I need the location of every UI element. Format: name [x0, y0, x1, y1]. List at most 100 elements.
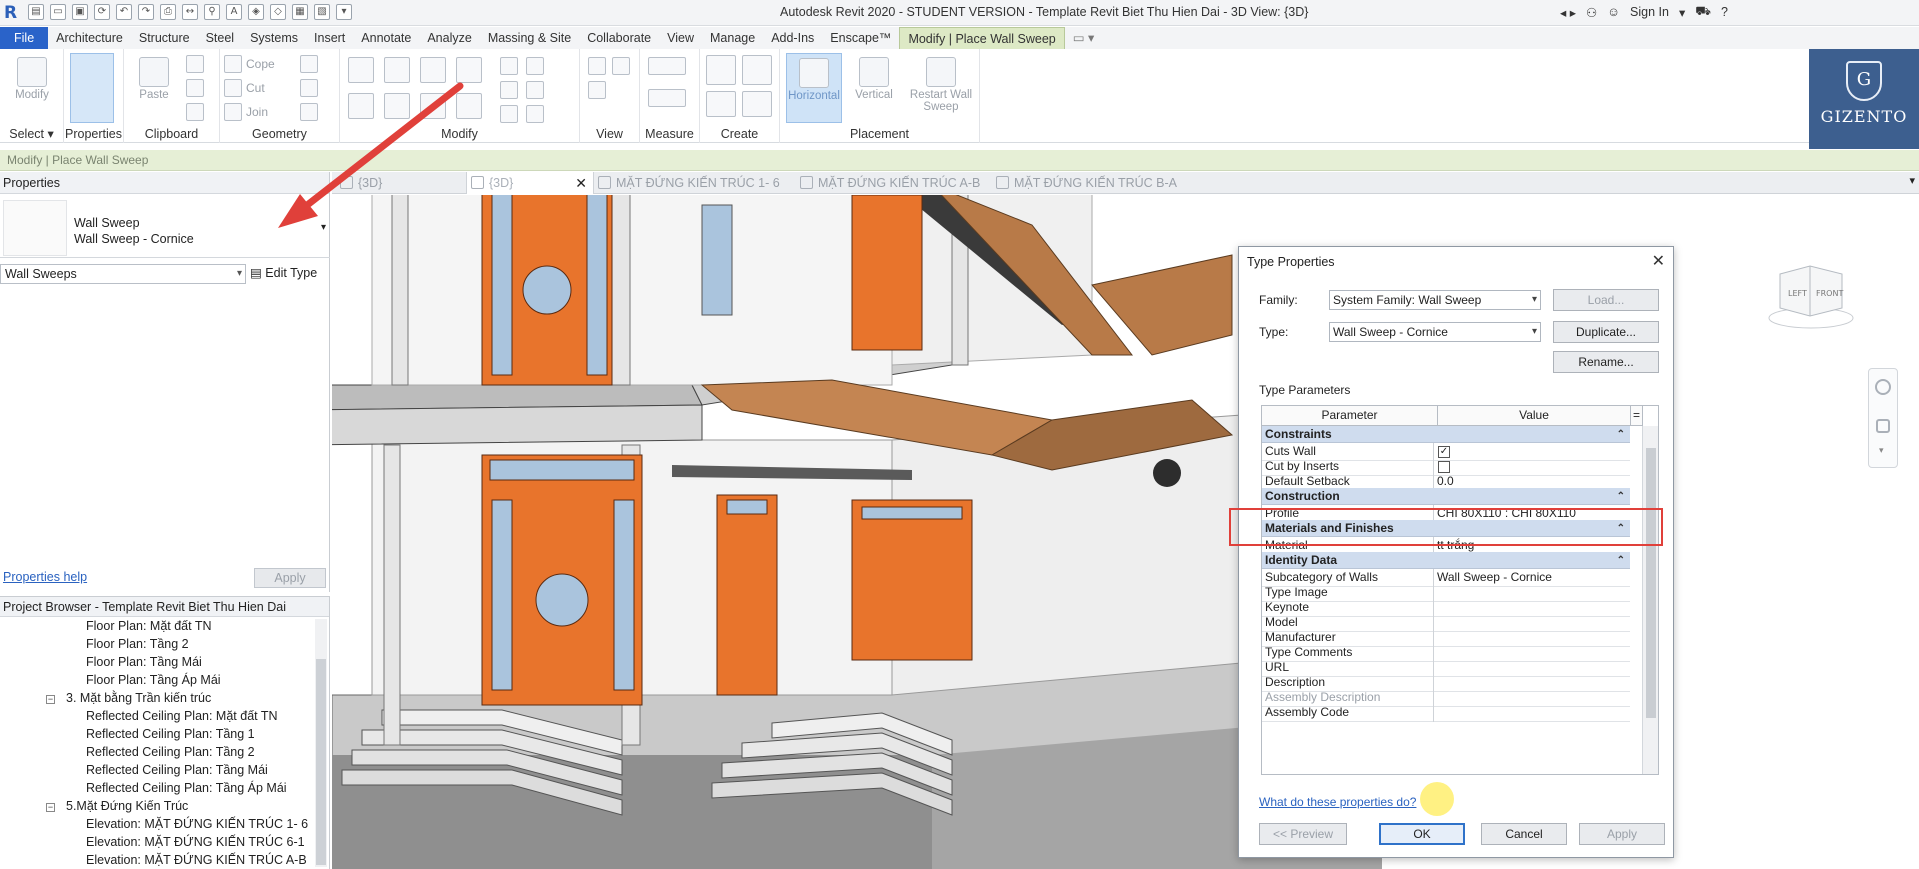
undo-icon[interactable]: ↶	[116, 4, 132, 20]
tab-modify-place-wall-sweep[interactable]: Modify | Place Wall Sweep	[899, 27, 1065, 49]
grid-scrollbar[interactable]	[1642, 426, 1658, 774]
wall-joins-icon[interactable]	[300, 55, 318, 73]
tag-icon[interactable]: ⚲	[204, 4, 220, 20]
view-tab[interactable]: MẶT ĐỨNG KIẾN TRÚC B-A	[992, 172, 1192, 194]
instance-filter-select[interactable]: Wall Sweeps ▾	[0, 264, 246, 284]
collapse-chevron-icon[interactable]: ⌃	[1617, 426, 1625, 443]
create-group-icon[interactable]	[706, 91, 736, 117]
browser-scrollbar[interactable]	[315, 619, 327, 867]
linework-icon[interactable]	[612, 57, 630, 75]
dimension-icon[interactable]	[648, 89, 686, 107]
tab-analyze[interactable]: Analyze	[419, 27, 479, 49]
create-assembly-icon[interactable]	[706, 55, 736, 85]
print-icon[interactable]: ⎙	[160, 4, 176, 20]
sign-in-link[interactable]: Sign In	[1630, 5, 1669, 19]
tab-steel[interactable]: Steel	[198, 27, 243, 49]
tab-add-ins[interactable]: Add-Ins	[763, 27, 822, 49]
collapse-icon[interactable]: −	[46, 803, 55, 812]
create-parts-icon[interactable]	[742, 55, 772, 85]
view-tab[interactable]: MẶT ĐỨNG KIẾN TRÚC A-B	[796, 172, 992, 194]
chevron-down-icon[interactable]: ▾	[1879, 445, 1884, 456]
browser-item[interactable]: Floor Plan: Tầng 2	[86, 637, 189, 651]
properties-apply-button[interactable]: Apply	[254, 568, 326, 588]
3d-view-icon[interactable]: ◈	[248, 4, 264, 20]
grid-section-header[interactable]: Identity Data ⌃	[1262, 552, 1630, 569]
save-icon[interactable]: ▣	[72, 4, 88, 20]
help-icon[interactable]: ?	[1721, 5, 1728, 19]
override-icon[interactable]	[588, 81, 606, 99]
ok-button[interactable]: OK	[1379, 823, 1465, 845]
collapse-icon[interactable]: −	[46, 695, 55, 704]
folder-icon[interactable]: ▭	[50, 4, 66, 20]
view-tab-current[interactable]: {3D} ✕	[466, 172, 594, 194]
delete-icon[interactable]	[526, 105, 544, 123]
browser-item[interactable]: Reflected Ceiling Plan: Tầng 1	[86, 727, 255, 741]
browser-item[interactable]: Floor Plan: Tầng Mái	[86, 655, 202, 669]
browser-item[interactable]: Reflected Ceiling Plan: Tầng Mái	[86, 763, 268, 777]
create-similar-icon[interactable]	[742, 91, 772, 117]
checkbox-checked[interactable]: ✓	[1438, 446, 1450, 458]
browser-item[interactable]: Elevation: MẶT ĐỨNG KIẾN TRÚC A-B	[86, 853, 307, 867]
cart-icon[interactable]: ⛟	[1695, 4, 1711, 20]
vertical-button[interactable]: Vertical	[846, 53, 902, 123]
browser-scroll-thumb[interactable]	[316, 659, 326, 865]
cut-geometry-icon[interactable]	[224, 79, 242, 97]
edit-type-button[interactable]: ▤ Edit Type	[250, 263, 317, 283]
navigation-bar[interactable]: ▾	[1868, 368, 1898, 468]
preview-button[interactable]: << Preview	[1259, 823, 1347, 845]
section-icon[interactable]: ◇	[270, 4, 286, 20]
customize-qat-icon[interactable]: ▾	[336, 4, 352, 20]
3d-viewport[interactable]	[332, 195, 1919, 869]
hide-icon[interactable]	[588, 57, 606, 75]
join-button[interactable]: Join	[246, 105, 268, 119]
tab-collaborate[interactable]: Collaborate	[579, 27, 659, 49]
nav-arrows-icon[interactable]: ◂ ▸	[1560, 5, 1576, 20]
binoculars-icon[interactable]: ⚇	[1586, 5, 1597, 20]
grid-section-header[interactable]: Construction ⌃	[1262, 488, 1630, 505]
cut-icon[interactable]	[186, 55, 204, 73]
split-icon[interactable]	[500, 57, 518, 75]
tab-systems[interactable]: Systems	[242, 27, 306, 49]
revit-logo[interactable]: R	[4, 3, 22, 23]
cope-button[interactable]: Cope	[246, 57, 275, 71]
tab-structure[interactable]: Structure	[131, 27, 198, 49]
switch-windows-icon[interactable]: ▧	[314, 4, 330, 20]
close-icon[interactable]: ✕	[575, 172, 587, 194]
rename-button[interactable]: Rename...	[1553, 351, 1659, 373]
browser-group[interactable]: 5.Mặt Đứng Kiến Trúc	[66, 799, 188, 813]
tab-file[interactable]: File	[0, 27, 49, 49]
viewcube[interactable]: LEFT FRONT	[1766, 262, 1856, 332]
collapse-chevron-icon[interactable]: ⌃	[1617, 552, 1625, 569]
cancel-button[interactable]: Cancel	[1481, 823, 1567, 845]
measure-distance-icon[interactable]	[648, 57, 686, 75]
browser-item[interactable]: Reflected Ceiling Plan: Tầng 2	[86, 745, 255, 759]
close-icon[interactable]: ✕	[1652, 251, 1665, 271]
chevron-down-icon[interactable]: ▾	[1679, 5, 1685, 20]
paste-button[interactable]: Paste	[126, 53, 182, 123]
cut-button[interactable]: Cut	[246, 81, 265, 95]
unpin-icon[interactable]	[526, 81, 544, 99]
pin-icon[interactable]	[526, 57, 544, 75]
copy-icon[interactable]	[186, 79, 204, 97]
measure-icon[interactable]: ↔	[182, 4, 198, 20]
restart-wall-sweep-button[interactable]: Restart Wall Sweep	[906, 53, 976, 123]
properties-help-link[interactable]: Properties help	[3, 570, 87, 584]
tab-enscape[interactable]: Enscape™	[822, 27, 899, 49]
duplicate-button[interactable]: Duplicate...	[1553, 321, 1659, 343]
join-icon[interactable]	[224, 103, 242, 121]
properties-help-link[interactable]: What do these properties do?	[1259, 795, 1416, 809]
text-icon[interactable]: A	[226, 4, 242, 20]
cope-icon[interactable]	[224, 55, 242, 73]
collapse-chevron-icon[interactable]: ⌃	[1617, 488, 1625, 505]
browser-item[interactable]: Floor Plan: Tầng Áp Mái	[86, 673, 221, 687]
steering-wheel-icon[interactable]	[1875, 379, 1891, 395]
select-dropdown[interactable]: Select ▾	[0, 126, 63, 141]
browser-item[interactable]: Elevation: MẶT ĐỨNG KIẾN TRÚC 1- 6	[86, 817, 308, 831]
sync-icon[interactable]: ⟳	[94, 4, 110, 20]
open-icon[interactable]: ▤	[28, 4, 44, 20]
close-hidden-icon[interactable]: ▦	[292, 4, 308, 20]
scale-icon[interactable]	[500, 105, 518, 123]
tab-architecture[interactable]: Architecture	[48, 27, 131, 49]
match-icon[interactable]	[186, 103, 204, 121]
browser-group[interactable]: 3. Mặt bằng Trần kiến trúc	[66, 691, 211, 705]
